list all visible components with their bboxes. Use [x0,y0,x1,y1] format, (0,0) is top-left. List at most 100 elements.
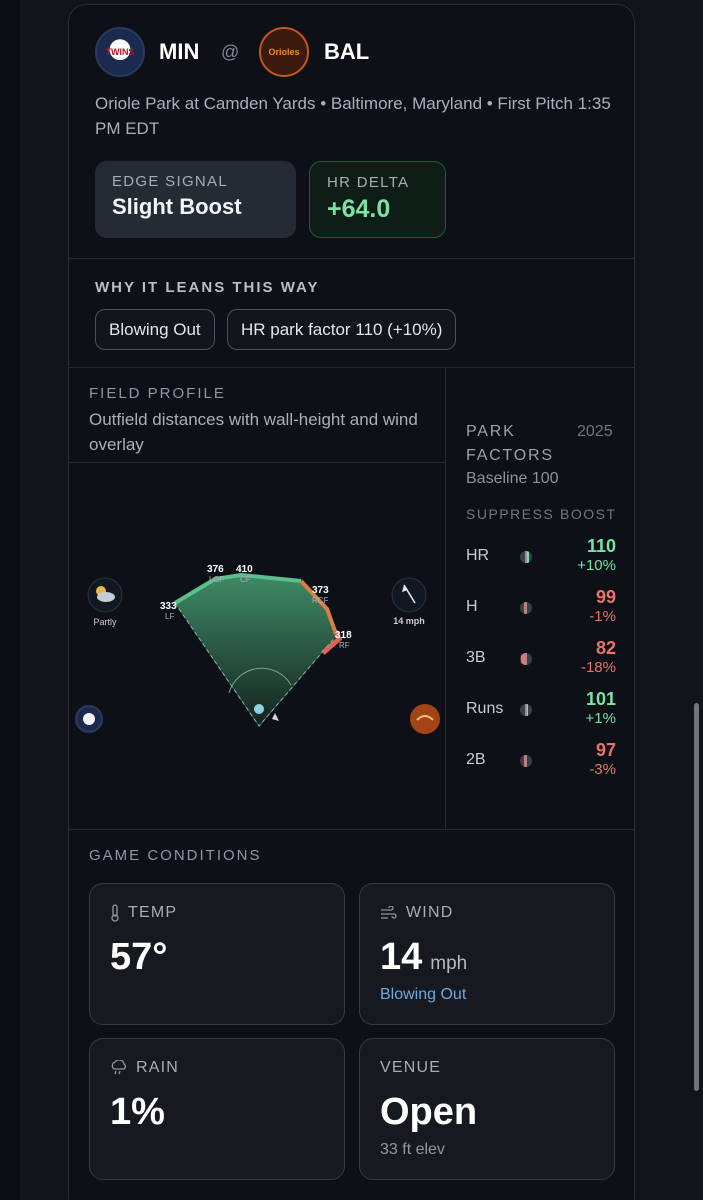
cursor-pointer-icon [272,713,279,721]
weather-label: Partly [93,617,117,627]
park-factor-pct: +10% [577,557,616,574]
pos-rf: RF [339,641,350,650]
park-factor-bar [520,704,532,716]
game-card: TWINS MIN @ Orioles BAL Oriole Park at C… [68,4,635,1200]
park-factor-pct: -1% [589,608,616,625]
rain-label: RAIN [136,1059,180,1076]
wind-icon [381,906,397,919]
rain-card: RAIN 1% [89,1038,345,1180]
suppress-label: SUPPRESS [466,506,555,522]
game-conditions-title: GAME CONDITIONS [89,847,262,864]
pos-lcf: LCF [209,575,224,584]
divider [69,258,634,259]
distance-rcf: 373 [312,585,329,596]
distance-lcf: 376 [207,564,224,575]
away-team-small-logo [75,705,103,733]
temp-header: TEMP [110,904,177,922]
park-factor-value: 82 [595,638,616,658]
rain-header: RAIN [110,1059,179,1077]
wind-arrow-icon [391,577,427,613]
temp-value: 57° [110,936,168,978]
edge-signal-label: EDGE SIGNAL [112,173,228,190]
left-rail [0,0,20,1200]
away-team-logo: TWINS [95,27,145,77]
pos-lf: LF [165,612,174,621]
wind-value-row: 14 mph [380,936,467,979]
temp-label: TEMP [128,904,178,921]
field-profile-title: FIELD PROFILE [89,385,226,402]
rain-cloud-icon [111,1060,126,1075]
park-factor-row: 2B 97 -3% [466,740,616,784]
field-svg: 376 LCF 410 CF 333 LF 373 RCF 318 RF Par… [75,564,440,734]
park-factor-value: 101 [585,689,616,709]
park-factor-value: 110 [586,536,616,556]
venue-line: Oriole Park at Camden Yards • Baltimore,… [95,94,611,138]
park-factor-row: H 99 -1% [466,587,616,631]
away-logo-text: TWINS [105,47,135,57]
park-factors-year: 2025 [577,423,613,440]
home-logo-text: Orioles [268,47,300,57]
park-factor-name: 2B [466,751,486,768]
park-factor-row: Runs 101 +1% [466,689,616,733]
field-profile-subtitle: Outfield distances with wall-height and … [89,410,418,454]
home-team-logo: Orioles [259,27,309,77]
reason-chip[interactable]: Blowing Out [95,309,215,350]
wind-header: WIND [380,904,453,922]
wind-unit: mph [430,953,468,974]
park-factor-pct: +1% [585,710,616,727]
park-factor-pct: -3% [589,761,616,778]
thermometer-icon [111,904,119,922]
divider [69,829,634,830]
park-factor-bar [520,551,532,563]
home-team-abbr: BAL [324,39,370,64]
home-plate [254,704,264,714]
park-factor-name: HR [466,547,490,564]
park-factors-baseline: Baseline 100 [466,470,559,487]
partly-cloudy-icon [87,577,123,613]
park-factor-value: 99 [595,587,616,607]
wind-card: WIND 14 mph Blowing Out [359,883,615,1025]
away-team-abbr: MIN [159,39,200,64]
hr-delta-box: HR DELTA +64.0 [309,161,446,238]
park-factor-bar [520,653,532,665]
vertical-divider [445,367,446,829]
at-separator: @ [221,42,240,62]
venue-card: VENUE Open 33 ft elev [359,1038,615,1180]
pos-cf: CF [240,575,251,584]
wind-card-label: WIND [406,904,454,921]
distance-rf: 318 [335,630,352,641]
divider [69,367,634,368]
park-factor-value: 97 [595,740,616,760]
distance-lf: 333 [160,601,177,612]
field-diagram: 376 LCF 410 CF 333 LF 373 RCF 318 RF Par… [69,463,445,829]
reason-chip[interactable]: HR park factor 110 (+10%) [227,309,457,350]
rain-value: 1% [110,1091,165,1133]
why-title: WHY IT LEANS THIS WAY [95,279,320,296]
wind-label: 14 mph [393,616,425,626]
park-factor-name: Runs [466,700,504,717]
park-factors-title: PARK FACTORS [466,423,554,464]
venue-elevation: 33 ft elev [380,1141,445,1158]
distance-cf: 410 [236,564,253,575]
edge-signal-box: EDGE SIGNAL Slight Boost [95,161,296,238]
park-factor-name: 3B [466,649,486,666]
home-team-small-logo [410,704,440,734]
park-factor-bar [520,602,532,614]
wind-value: 14 [380,936,423,978]
park-factor-bar [520,755,532,767]
park-factor-pct: -18% [580,659,616,676]
boost-label: BOOST [560,506,617,522]
venue-label: VENUE [380,1059,442,1076]
temp-card: TEMP 57° [89,883,345,1025]
hr-delta-label: HR DELTA [327,174,410,191]
venue-value: Open [380,1091,478,1133]
park-factor-row: 3B 82 -18% [466,638,616,682]
park-factor-row: HR 110 +10% [466,536,616,580]
hr-delta-value: +64.0 [327,195,391,223]
scrollbar[interactable] [694,703,699,1091]
park-factor-name: H [466,598,478,615]
pos-rcf: RCF [312,596,329,605]
edge-signal-value: Slight Boost [112,194,242,219]
wind-direction: Blowing Out [380,986,467,1003]
venue-header: VENUE [380,1059,441,1077]
